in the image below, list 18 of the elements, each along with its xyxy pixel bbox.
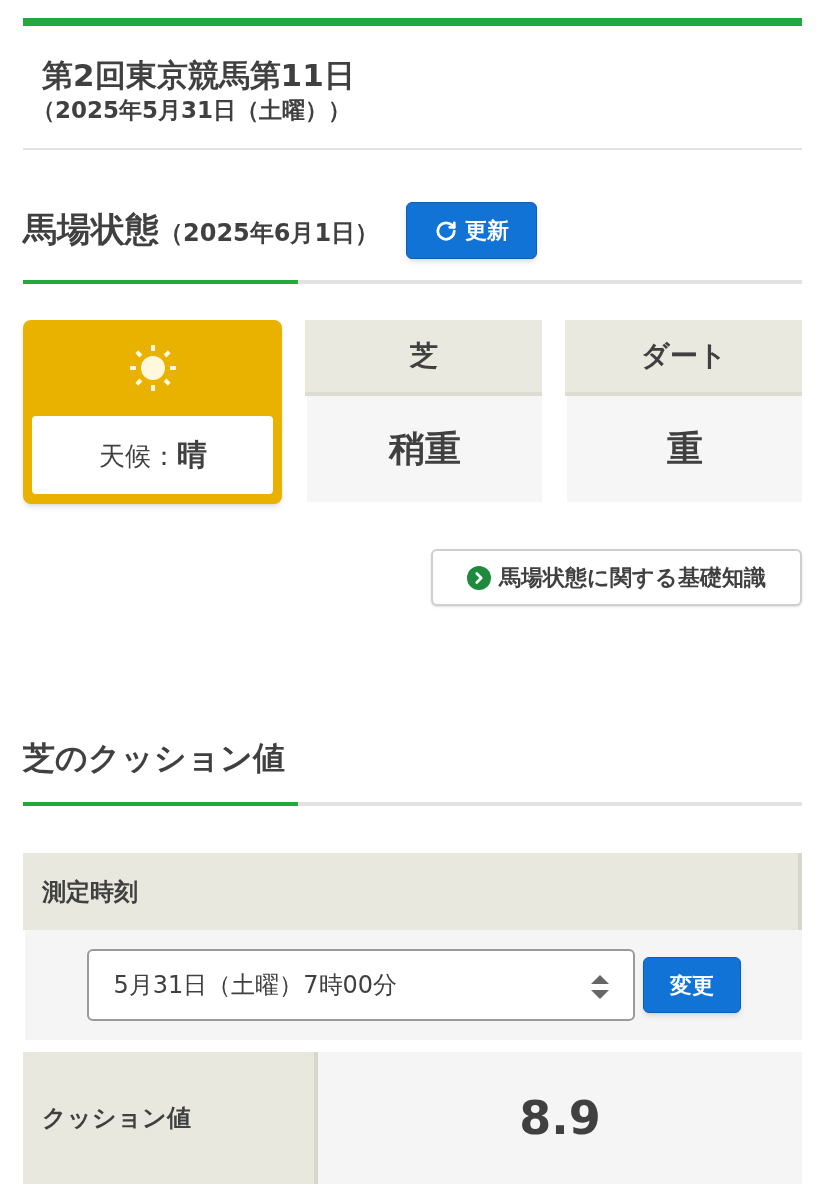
time-label: 測定時刻 xyxy=(42,876,138,908)
cushion-value: 8.9 xyxy=(519,1089,601,1147)
race-day-date: （2025年5月31日（土曜）） xyxy=(32,96,352,125)
info-link[interactable]: 馬場状態に関する基礎知識 xyxy=(431,549,802,606)
time-select[interactable]: 5月31日（土曜）7時00分 xyxy=(86,949,635,1021)
change-button[interactable]: 変更 xyxy=(642,957,741,1013)
section-heading: 馬場状態（2025年6月1日） xyxy=(23,208,380,251)
surface-header: 芝 xyxy=(305,320,542,396)
surface-condition: 重 xyxy=(567,396,802,502)
section-heading: 芝のクッション値 xyxy=(23,738,285,778)
cushion-label: クッション値 xyxy=(42,1103,191,1134)
surface-header: ダート xyxy=(565,320,802,396)
sort-arrows-icon xyxy=(590,975,609,999)
refresh-button[interactable]: 更新 xyxy=(406,202,538,259)
surface-condition: 稍重 xyxy=(307,396,542,502)
weather-text: 天候：晴 xyxy=(98,437,207,473)
refresh-icon xyxy=(434,219,457,242)
race-day-title: 第2回東京競馬第11日 xyxy=(42,56,355,94)
